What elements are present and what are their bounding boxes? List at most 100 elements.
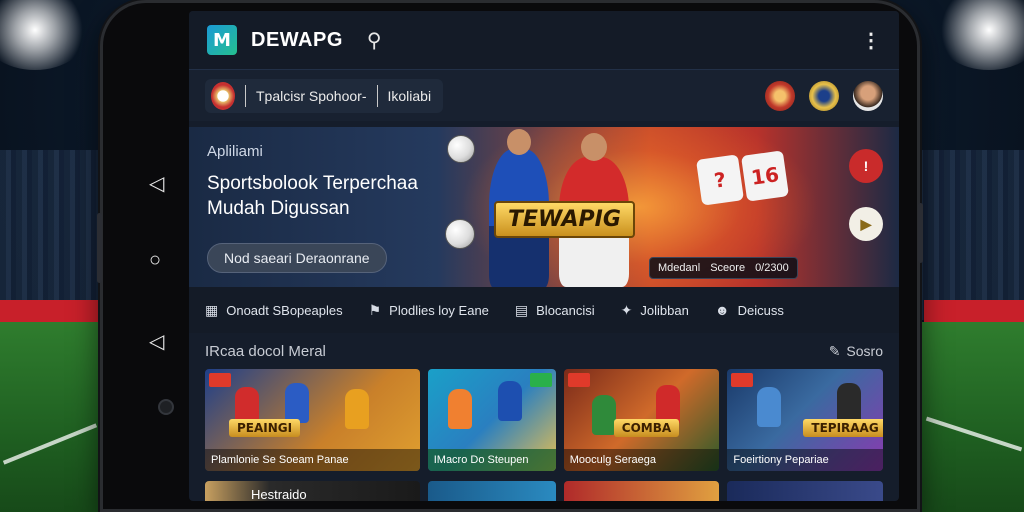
player-figure — [345, 389, 369, 429]
player-figure — [497, 381, 522, 421]
hot-tag — [731, 373, 754, 387]
user-avatar[interactable] — [853, 80, 883, 111]
app-logo-icon[interactable]: M — [207, 25, 237, 55]
tab-sports[interactable]: ▦ Onoadt SBopeaples — [205, 302, 343, 319]
tab-label: Plodlies loy Eane — [389, 302, 489, 318]
section-header: IRcaa docol Meral ✎ Sosro — [189, 333, 899, 369]
news-icon: ▤ — [514, 301, 529, 318]
club-badge-icon[interactable] — [765, 80, 795, 111]
card-tile-icon: ? — [696, 154, 744, 206]
score-strip: Mdedanl Sceore 0/2300 — [649, 257, 798, 279]
league-sublabel: Ikoliabi — [387, 87, 432, 104]
game-card[interactable] — [563, 481, 720, 501]
phone-bezel: ◁ ○ ◁ — [103, 3, 189, 509]
section-title: IRcaa docol Meral — [205, 342, 326, 360]
divider — [245, 84, 246, 107]
player-figure — [591, 395, 616, 435]
football-icon — [447, 135, 475, 163]
game-logo: PEAINGI — [229, 419, 301, 437]
play-badge-icon[interactable]: ▶ — [849, 207, 883, 241]
see-all-link[interactable]: ✎ Sosro — [829, 343, 883, 360]
score-item: Mdedanl — [658, 262, 701, 274]
phone-frame: ◁ ○ ◁ M DEWAPG ⚲ ⋮ Tpalcisr Spohoor- Iko… — [97, 0, 923, 512]
game-card[interactable]: Hestraido — [205, 481, 420, 501]
divider — [376, 84, 378, 107]
volume-button — [97, 213, 102, 283]
front-camera — [158, 399, 174, 415]
player-head — [507, 129, 531, 155]
player-figure — [837, 383, 862, 423]
game-card[interactable]: PEAINGI Plamlonie Se Soeam Panae — [205, 369, 420, 471]
home-icon[interactable]: ○ — [149, 249, 161, 272]
game-logo: TEWAPIG — [494, 201, 635, 238]
league-selector[interactable]: Tpalcisr Spohoor- Ikoliabi — [205, 78, 444, 113]
recents-icon[interactable]: ◁ — [149, 329, 164, 354]
user-icon: ☻ — [714, 302, 730, 318]
flag-icon: ⚑ — [368, 301, 382, 318]
top-bar: M DEWAPG ⚲ ⋮ — [189, 11, 899, 69]
hot-tag — [529, 373, 552, 387]
hero-kicker: Apliliami — [207, 143, 263, 160]
hero-banner[interactable]: Apliliami Sportsbolook Terperchaa Mudah … — [189, 127, 899, 287]
tab-label: Blocancisi — [536, 302, 595, 318]
club-badge-icon[interactable] — [809, 80, 839, 111]
game-card[interactable]: COMBA Mooculg Seraega — [563, 369, 720, 471]
app-screen: M DEWAPG ⚲ ⋮ Tpalcisr Spohoor- Ikoliabi — [189, 11, 899, 501]
search-icon[interactable]: ⚲ — [367, 28, 382, 53]
brand-title: DEWAPG — [251, 28, 343, 51]
tab-featured[interactable]: ✦ Jolibban — [621, 302, 689, 319]
card-tile-icon: 16 — [741, 150, 789, 202]
game-card-caption: Hestraido — [251, 487, 307, 501]
league-label: Tpalcisr Spohoor- — [256, 87, 367, 104]
football-icon — [445, 219, 475, 249]
hot-tag — [567, 373, 590, 387]
badge-row — [765, 80, 883, 111]
star-icon: ✦ — [620, 301, 633, 318]
edit-icon: ✎ — [828, 342, 841, 359]
game-card[interactable] — [727, 481, 884, 501]
game-card-caption: IMacro Do Steupen — [427, 449, 556, 471]
tab-label: Onoadt SBopeaples — [226, 302, 343, 318]
score-item: Sceore — [710, 262, 746, 274]
more-menu-icon[interactable]: ⋮ — [861, 28, 881, 53]
pitch-line — [2, 423, 98, 465]
power-button — [918, 203, 923, 263]
tab-live[interactable]: ⚑ Plodlies loy Eane — [369, 302, 489, 319]
tab-label: Deicuss — [737, 302, 784, 318]
hero-title-line: Mudah Digussan — [207, 198, 350, 219]
alert-badge-icon[interactable]: ! — [849, 149, 883, 183]
game-card[interactable] — [427, 481, 556, 501]
game-card[interactable]: TEPIRAAG Foeirtiony Pepariae — [727, 369, 884, 471]
game-card[interactable]: IMacro Do Steupen — [427, 369, 556, 471]
hero-title: Sportsbolook Terperchaa Mudah Digussan — [207, 171, 457, 221]
sub-bar: Tpalcisr Spohoor- Ikoliabi — [189, 69, 899, 121]
tab-community[interactable]: ☻ Deicuss — [715, 302, 784, 318]
hero-cta-button[interactable]: Nod saeari Deraonrane — [207, 243, 387, 273]
club-crest-icon — [211, 81, 235, 110]
tab-label: Jolibban — [640, 302, 689, 318]
player-figure — [285, 383, 309, 423]
game-card-caption: Foeirtiony Pepariae — [727, 449, 884, 471]
game-logo: COMBA — [613, 419, 680, 437]
see-all-label: Sosro — [846, 343, 883, 359]
floodlight — [0, 0, 90, 70]
back-icon[interactable]: ◁ — [149, 171, 164, 196]
tab-news[interactable]: ▤ Blocancisi — [515, 302, 595, 319]
game-card-caption: Mooculg Seraega — [563, 449, 720, 471]
player-figure — [757, 387, 782, 427]
game-logo: TEPIRAAG — [803, 419, 884, 437]
score-item: 0/2300 — [755, 262, 789, 274]
player-head — [581, 133, 607, 161]
player-figure — [447, 389, 472, 429]
hero-title-line: Sportsbolook Terperchaa — [207, 173, 418, 194]
game-card-caption: Plamlonie Se Soeam Panae — [205, 449, 420, 471]
game-row-2: Hestraido — [189, 471, 899, 501]
ad-board — [0, 300, 100, 324]
game-grid: PEAINGI Plamlonie Se Soeam Panae IMacro … — [189, 369, 899, 471]
ad-board — [924, 300, 1024, 324]
floodlight — [934, 0, 1024, 70]
ticket-icon: ▦ — [205, 301, 219, 318]
hot-tag — [209, 373, 231, 387]
pitch-line — [925, 416, 1023, 452]
category-tabs: ▦ Onoadt SBopeaples ⚑ Plodlies loy Eane … — [189, 287, 899, 333]
